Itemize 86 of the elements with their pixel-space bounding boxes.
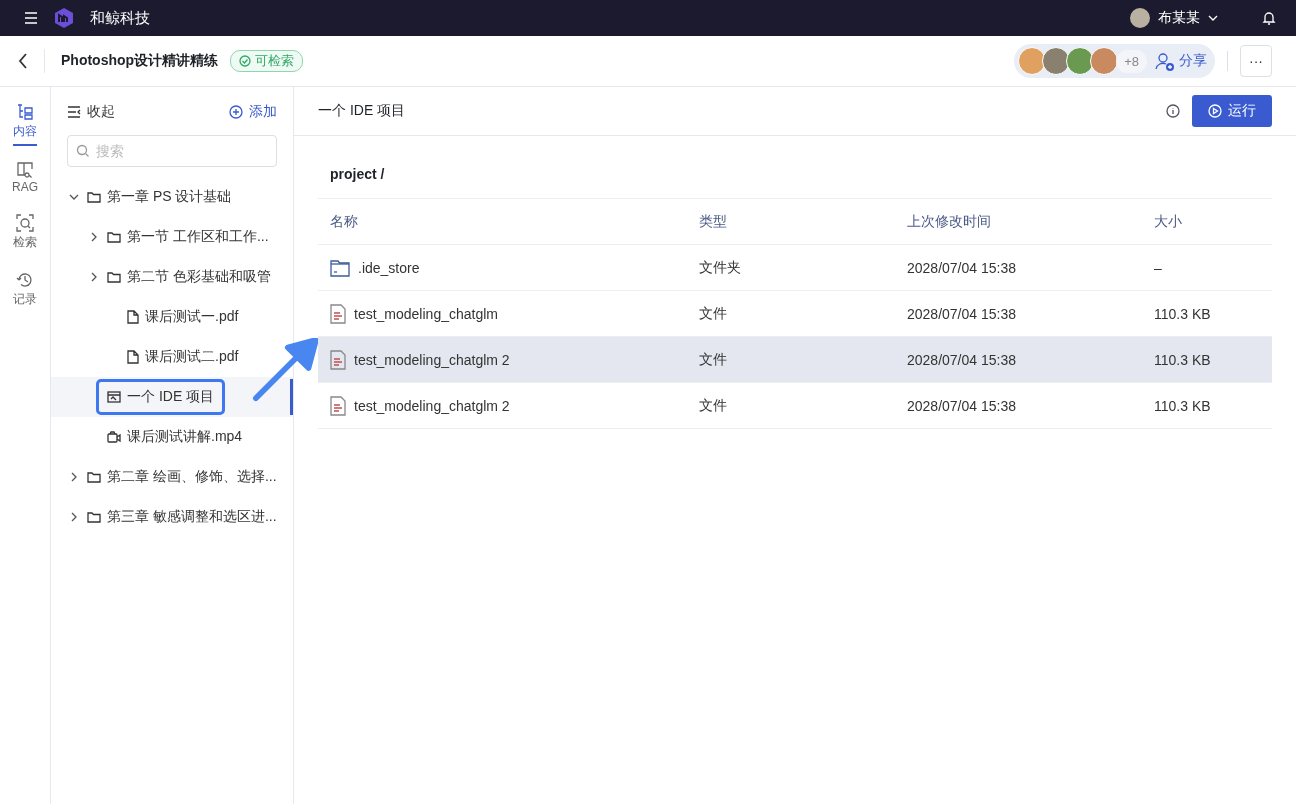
- tree-item[interactable]: 一个 IDE 项目: [96, 379, 226, 415]
- member-count: +8: [1116, 49, 1147, 73]
- rail-tab[interactable]: 内容: [13, 103, 37, 146]
- table-row[interactable]: .ide_store 文件夹 2028/07/04 15:38 –: [318, 245, 1272, 291]
- tree-item[interactable]: 课后测试一.pdf: [116, 299, 250, 335]
- table-cell-text: 文件夹: [699, 258, 742, 277]
- plus-circle-icon: [229, 105, 243, 119]
- chevron-right-icon: [71, 472, 77, 482]
- folder-icon: [107, 271, 121, 283]
- tree-list-icon: [16, 103, 34, 121]
- document-icon: [127, 350, 139, 364]
- document-icon: [330, 395, 346, 416]
- collapse-button[interactable]: 收起: [67, 103, 115, 121]
- logo-icon: [52, 6, 76, 30]
- table-cell-text: –: [1154, 259, 1163, 276]
- chevron-right-icon: [71, 512, 77, 522]
- document-icon: [330, 349, 346, 370]
- table-cell-text: 110.3 KB: [1154, 305, 1212, 322]
- table-cell-text: 文件: [699, 350, 728, 369]
- table-cell-text: 2028/07/04 15:38: [907, 351, 1017, 368]
- history-icon: [16, 271, 34, 289]
- document-icon: [127, 310, 139, 324]
- chevron-down-icon: [1208, 15, 1218, 21]
- collaborators-bar[interactable]: +8 分享: [1014, 44, 1215, 78]
- table-cell-text: 110.3 KB: [1154, 397, 1212, 414]
- file-name: test_modeling_chatglm 2: [354, 397, 510, 414]
- brand-name: 和鲸科技: [90, 8, 150, 28]
- tree-item[interactable]: 课后测试讲解.mp4: [96, 419, 254, 455]
- panel-title: 一个 IDE 项目: [318, 102, 406, 120]
- folder-icon: [330, 258, 350, 277]
- folder-icon: [87, 511, 101, 523]
- file-name: .ide_store: [358, 259, 420, 276]
- notification-icon[interactable]: [1262, 11, 1276, 25]
- file-name: test_modeling_chatglm: [354, 305, 498, 322]
- back-button[interactable]: [18, 49, 45, 73]
- add-user-icon: [1153, 50, 1175, 72]
- tree-item[interactable]: 第二章 绘画、修饰、选择...: [76, 459, 288, 495]
- folder-icon: [107, 231, 121, 243]
- document-icon: [330, 303, 346, 324]
- rail-tab[interactable]: 检索: [13, 214, 37, 257]
- user-menu[interactable]: 布某某: [1130, 8, 1218, 28]
- table-row[interactable]: test_modeling_chatglm 2 文件 2028/07/04 15:38 110.3 KB: [318, 337, 1272, 383]
- play-circle-icon: [1208, 104, 1222, 118]
- tree-item[interactable]: 第三章 敏感调整和选区进...: [76, 499, 288, 535]
- table-cell-text: 2028/07/04 15:38: [907, 259, 1017, 276]
- back-icon: [18, 53, 28, 69]
- bell-icon: [1262, 11, 1276, 25]
- chevron-right-icon: [91, 272, 97, 282]
- table-cell-text: 2028/07/04 15:38: [907, 305, 1017, 322]
- breadcrumb: project /: [330, 166, 385, 182]
- image-window-icon: [107, 391, 121, 403]
- tree-item[interactable]: 第一章 PS 设计基础: [76, 179, 243, 215]
- run-button[interactable]: 运行: [1192, 95, 1272, 127]
- video-camera-icon: [107, 431, 121, 443]
- search-icon: [76, 144, 90, 158]
- book-search-icon: [16, 160, 34, 178]
- more-button[interactable]: ···: [1240, 45, 1272, 77]
- share-button[interactable]: 分享: [1153, 50, 1207, 72]
- tree-item[interactable]: 课后测试二.pdf: [116, 339, 250, 375]
- add-button[interactable]: 添加: [229, 103, 277, 121]
- rail-tab[interactable]: 记录: [13, 271, 37, 314]
- table-cell-text: 2028/07/04 15:38: [907, 397, 1017, 414]
- column-header: 类型: [699, 212, 728, 231]
- avatar: [1130, 8, 1150, 28]
- course-title: Photoshop设计精讲精练: [61, 52, 219, 70]
- collapse-icon: [67, 106, 81, 118]
- search-field[interactable]: 搜索: [67, 135, 277, 167]
- scan-search-icon: [16, 214, 34, 232]
- folder-icon: [87, 471, 101, 483]
- annotation-arrow: [252, 338, 318, 402]
- column-header: 大小: [1154, 212, 1183, 231]
- status-tag: 可检索: [230, 50, 304, 72]
- chevron-down-icon: [69, 194, 79, 200]
- column-header: 上次修改时间: [907, 212, 992, 231]
- column-header: 名称: [330, 212, 359, 231]
- table-cell-text: 文件: [699, 396, 728, 415]
- table-cell-text: 文件: [699, 304, 728, 323]
- chevron-right-icon: [91, 232, 97, 242]
- rail-tab[interactable]: RAG: [12, 160, 38, 200]
- table-row[interactable]: test_modeling_chatglm 2 文件 2028/07/04 15:38 110.3 KB: [318, 383, 1272, 429]
- check-circle-icon: [239, 55, 252, 67]
- table-cell-text: 110.3 KB: [1154, 351, 1212, 368]
- file-name: test_modeling_chatglm 2: [354, 351, 510, 368]
- tree-item[interactable]: 第二节 色彩基础和吸管: [96, 259, 282, 295]
- folder-icon: [87, 191, 101, 203]
- tree-item[interactable]: 第一节 工作区和工作...: [96, 219, 280, 255]
